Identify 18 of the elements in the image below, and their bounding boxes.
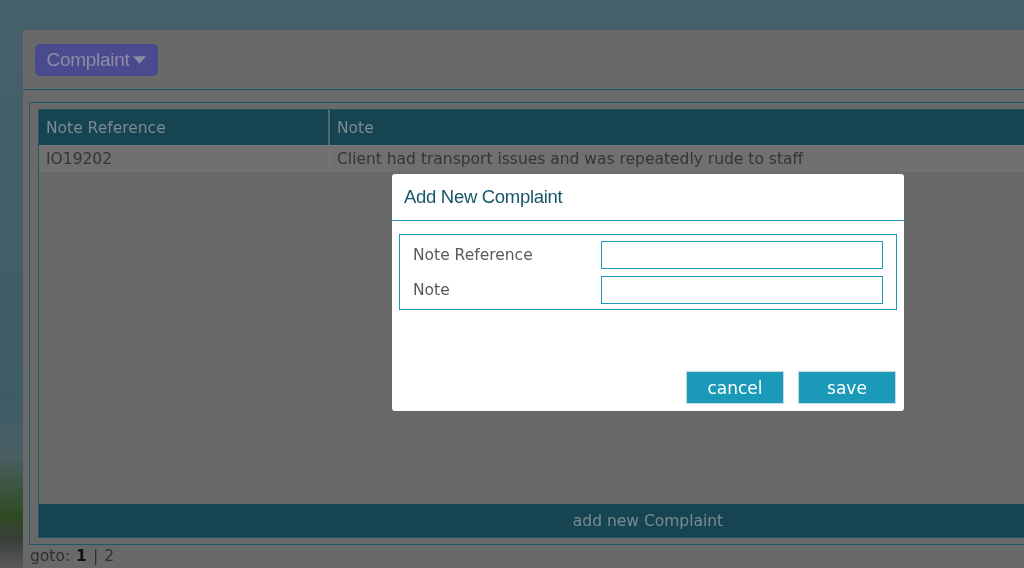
table-cell-text: Client had transport issues and was repeatedly rude to staff bbox=[336, 149, 805, 170]
pager-separator: | bbox=[92, 547, 99, 565]
add-new-button[interactable]: add new Complaint bbox=[39, 504, 1024, 537]
field-label: Note Reference bbox=[413, 246, 533, 264]
dialog-button[interactable]: save bbox=[798, 371, 896, 404]
page-link[interactable]: 1 bbox=[76, 547, 87, 565]
dialog-title: Add New Complaint bbox=[404, 186, 563, 208]
table-cell: IO19202 bbox=[39, 146, 330, 172]
page-link[interactable]: 2 bbox=[104, 547, 114, 565]
dialog-button[interactable]: cancel bbox=[686, 371, 784, 404]
column-header[interactable]: Note bbox=[330, 110, 1024, 145]
field-label: Note bbox=[413, 281, 450, 299]
caret-down-icon bbox=[133, 56, 147, 64]
complaint-dropdown-button[interactable]: Complaint bbox=[35, 44, 158, 76]
input-field[interactable] bbox=[601, 241, 883, 269]
input-field[interactable] bbox=[601, 276, 883, 304]
pager-label: goto: bbox=[30, 547, 71, 565]
table-row[interactable]: IO19202 Client had transport issues and was repeatedly rude to staff bbox=[39, 145, 1024, 172]
